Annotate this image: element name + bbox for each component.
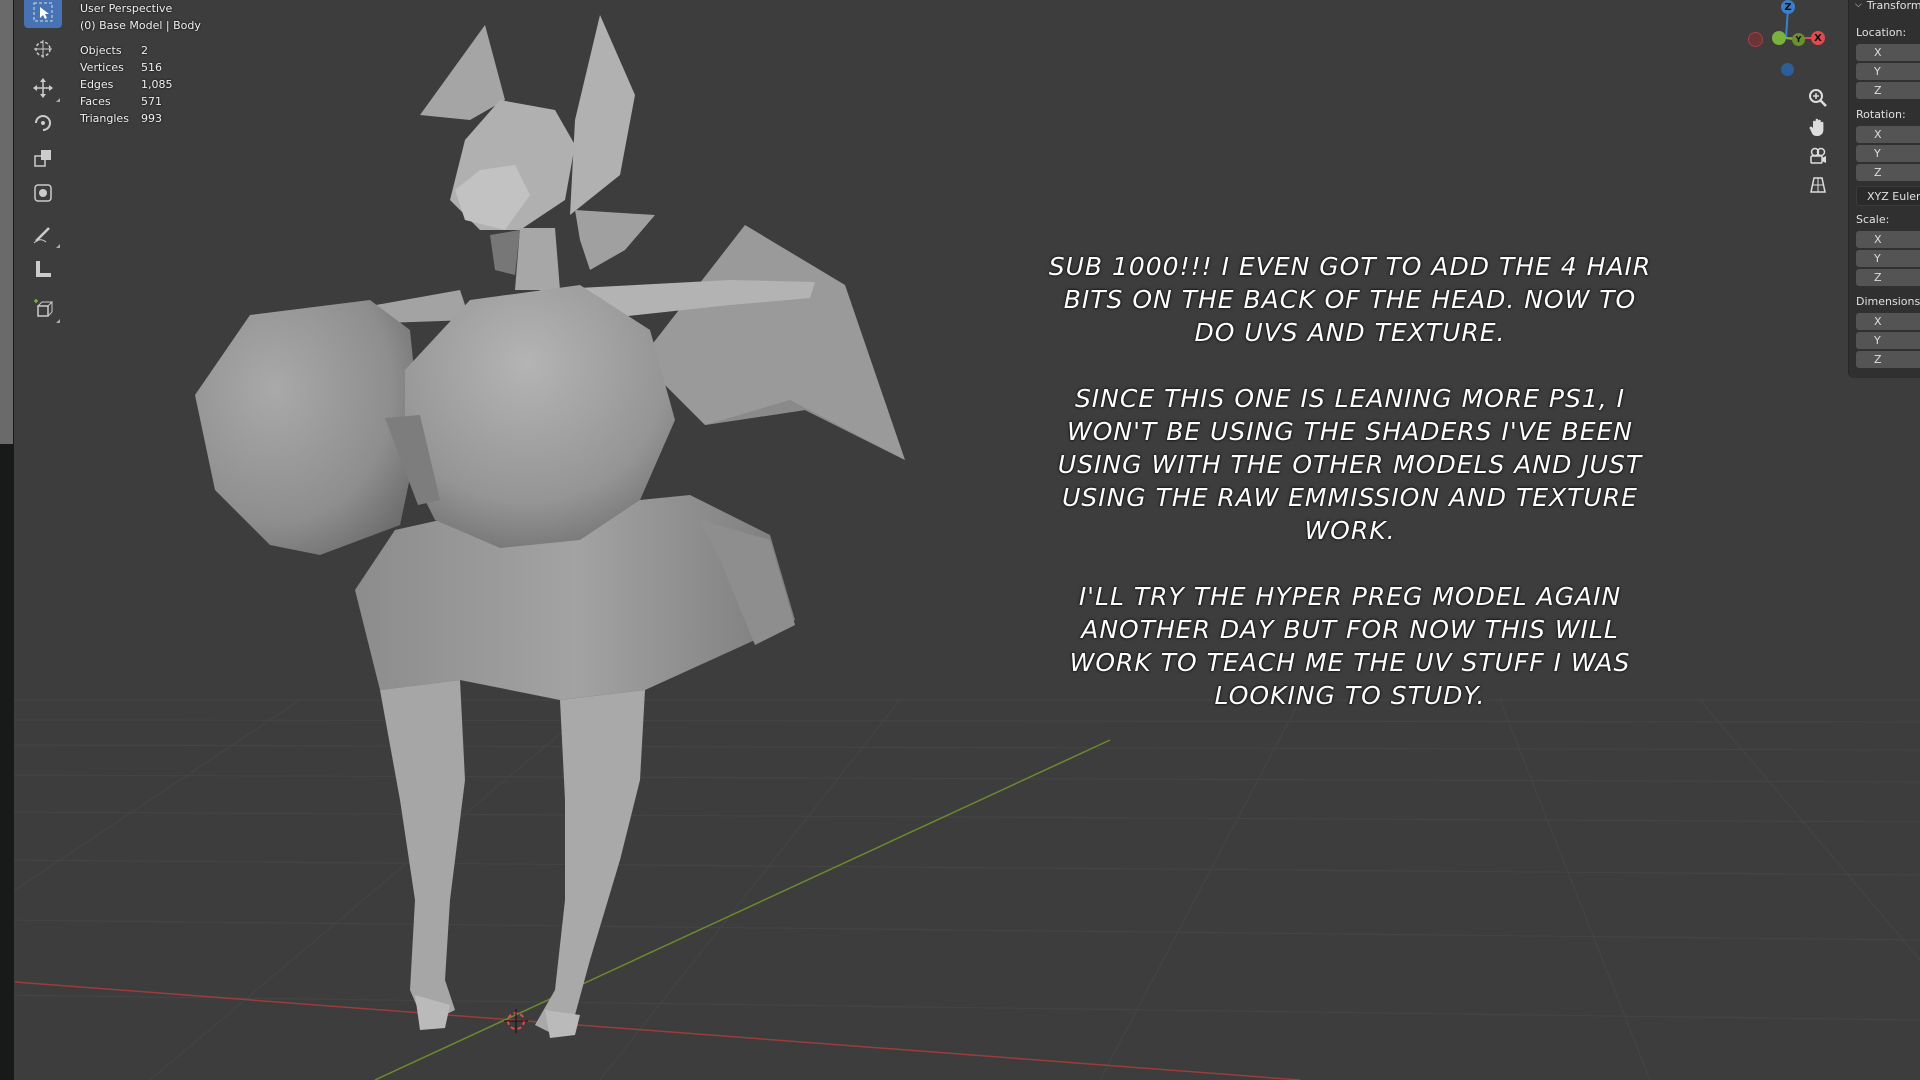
rotation-z-field[interactable]: Z bbox=[1856, 164, 1920, 181]
stat-label: Faces bbox=[80, 95, 111, 108]
gizmo-x-axis[interactable]: X bbox=[1811, 31, 1825, 45]
stat-value: 571 bbox=[141, 95, 162, 108]
stat-row: Triangles 993 bbox=[80, 110, 173, 127]
gizmo-y-axis[interactable]: Y bbox=[1792, 33, 1805, 46]
dimensions-x-field[interactable]: X bbox=[1856, 313, 1920, 330]
stat-value: 1,085 bbox=[141, 78, 173, 91]
transform-panel-header[interactable]: ⌵ Transform bbox=[1855, 0, 1920, 12]
move-arrows-icon bbox=[33, 78, 53, 98]
gizmo-z-axis[interactable]: Z bbox=[1781, 0, 1795, 14]
ortho-toggle-button[interactable] bbox=[1802, 171, 1834, 199]
add-cube-tool[interactable] bbox=[24, 293, 62, 325]
scale-y-field[interactable]: Y bbox=[1856, 250, 1920, 267]
camera-view-button[interactable] bbox=[1802, 142, 1834, 170]
ruler-icon bbox=[36, 261, 51, 277]
camera-icon bbox=[1810, 147, 1826, 164]
rotate-icon bbox=[35, 115, 51, 131]
grid-ortho-icon bbox=[1810, 177, 1826, 193]
scale-icon bbox=[34, 150, 51, 167]
caption-paragraph-3: I'LL TRY THE HYPER PREG MODEL AGAIN ANOT… bbox=[1069, 582, 1631, 710]
stat-label: Vertices bbox=[80, 61, 124, 74]
3d-cursor-icon bbox=[34, 40, 52, 58]
stat-value: 993 bbox=[141, 112, 162, 125]
left-edge-dark bbox=[0, 444, 13, 1080]
dimensions-z-field[interactable]: Z bbox=[1856, 351, 1920, 368]
floor-grid bbox=[0, 699, 1920, 1080]
measure-tool[interactable] bbox=[24, 253, 62, 285]
pan-button[interactable] bbox=[1802, 113, 1834, 141]
overlay-caption: SUB 1000!!! I EVEN GOT TO ADD THE 4 HAIR… bbox=[1040, 250, 1660, 712]
stat-row: Edges 1,085 bbox=[80, 76, 173, 93]
3d-cursor-marker bbox=[504, 1009, 528, 1033]
move-tool[interactable] bbox=[24, 72, 62, 104]
chevron-down-icon: ⌵ bbox=[1855, 0, 1862, 10]
stat-label: Triangles bbox=[80, 112, 129, 125]
stat-label: Edges bbox=[80, 78, 114, 91]
transform-icon bbox=[34, 184, 52, 202]
stat-row: Faces 571 bbox=[80, 93, 173, 110]
left-edge-highlight bbox=[0, 0, 13, 444]
scene-statistics: Objects 2 Vertices 516 Edges 1,085 Faces 571… bbox=[80, 42, 173, 127]
location-z-field[interactable]: Z bbox=[1856, 82, 1920, 99]
scale-z-field[interactable]: Z bbox=[1856, 269, 1920, 286]
add-cube-icon bbox=[34, 299, 54, 317]
caption-paragraph-2: SINCE THIS ONE IS LEANING MORE PS1, I WO… bbox=[1057, 384, 1643, 545]
gizmo-z-negative[interactable] bbox=[1781, 63, 1794, 76]
scale-label: Scale: bbox=[1856, 213, 1890, 226]
left-area-edge bbox=[0, 0, 14, 1080]
panel-title: Transform bbox=[1866, 0, 1920, 12]
dimensions-y-field[interactable]: Y bbox=[1856, 332, 1920, 349]
transform-tool[interactable] bbox=[24, 177, 62, 209]
cursor-select-icon bbox=[33, 2, 53, 22]
viewport-info: User Perspective (0) Base Model | Body bbox=[80, 0, 201, 34]
select-box-tool[interactable] bbox=[24, 0, 62, 28]
gizmo-y-negative[interactable] bbox=[1772, 31, 1786, 45]
3d-viewport[interactable]: User Perspective (0) Base Model | Body O… bbox=[0, 0, 1920, 1080]
gizmo-x-negative[interactable] bbox=[1748, 32, 1763, 47]
location-x-field[interactable]: X bbox=[1856, 44, 1920, 61]
rotate-tool[interactable] bbox=[24, 107, 62, 139]
y-axis-line bbox=[374, 739, 1111, 1080]
hand-pan-icon bbox=[1809, 118, 1824, 136]
tool-submenu-marker bbox=[56, 244, 60, 248]
rotation-mode-select[interactable]: XYZ Euler bbox=[1856, 186, 1920, 206]
tool-submenu-marker bbox=[56, 98, 60, 102]
view-name: User Perspective bbox=[80, 2, 173, 15]
transform-panel: ⌵ Transform Location: X Y Z Rotation: X … bbox=[1848, 0, 1920, 378]
cursor-tool[interactable] bbox=[24, 33, 62, 65]
rotation-x-field[interactable]: X bbox=[1856, 126, 1920, 143]
tool-submenu-marker bbox=[56, 319, 60, 323]
stat-row: Vertices 516 bbox=[80, 59, 173, 76]
annotate-tool[interactable] bbox=[24, 218, 62, 250]
stat-value: 516 bbox=[141, 61, 162, 74]
location-label: Location: bbox=[1856, 26, 1907, 39]
rotation-y-field[interactable]: Y bbox=[1856, 145, 1920, 162]
dimensions-label: Dimensions: bbox=[1856, 295, 1920, 308]
annotate-pen-icon bbox=[33, 227, 50, 244]
stat-row: Objects 2 bbox=[80, 42, 173, 59]
caption-paragraph-1: SUB 1000!!! I EVEN GOT TO ADD THE 4 HAIR… bbox=[1048, 252, 1652, 347]
stat-value: 2 bbox=[141, 44, 148, 57]
rotation-label: Rotation: bbox=[1856, 108, 1906, 121]
stat-label: Objects bbox=[80, 44, 122, 57]
zoom-icon bbox=[1809, 89, 1827, 107]
location-y-field[interactable]: Y bbox=[1856, 63, 1920, 80]
object-context: (0) Base Model | Body bbox=[80, 19, 201, 32]
scale-tool[interactable] bbox=[24, 142, 62, 174]
zoom-button[interactable] bbox=[1802, 84, 1834, 112]
scale-x-field[interactable]: X bbox=[1856, 231, 1920, 248]
navigation-gizmo[interactable]: Z Y X bbox=[1740, 0, 1830, 80]
